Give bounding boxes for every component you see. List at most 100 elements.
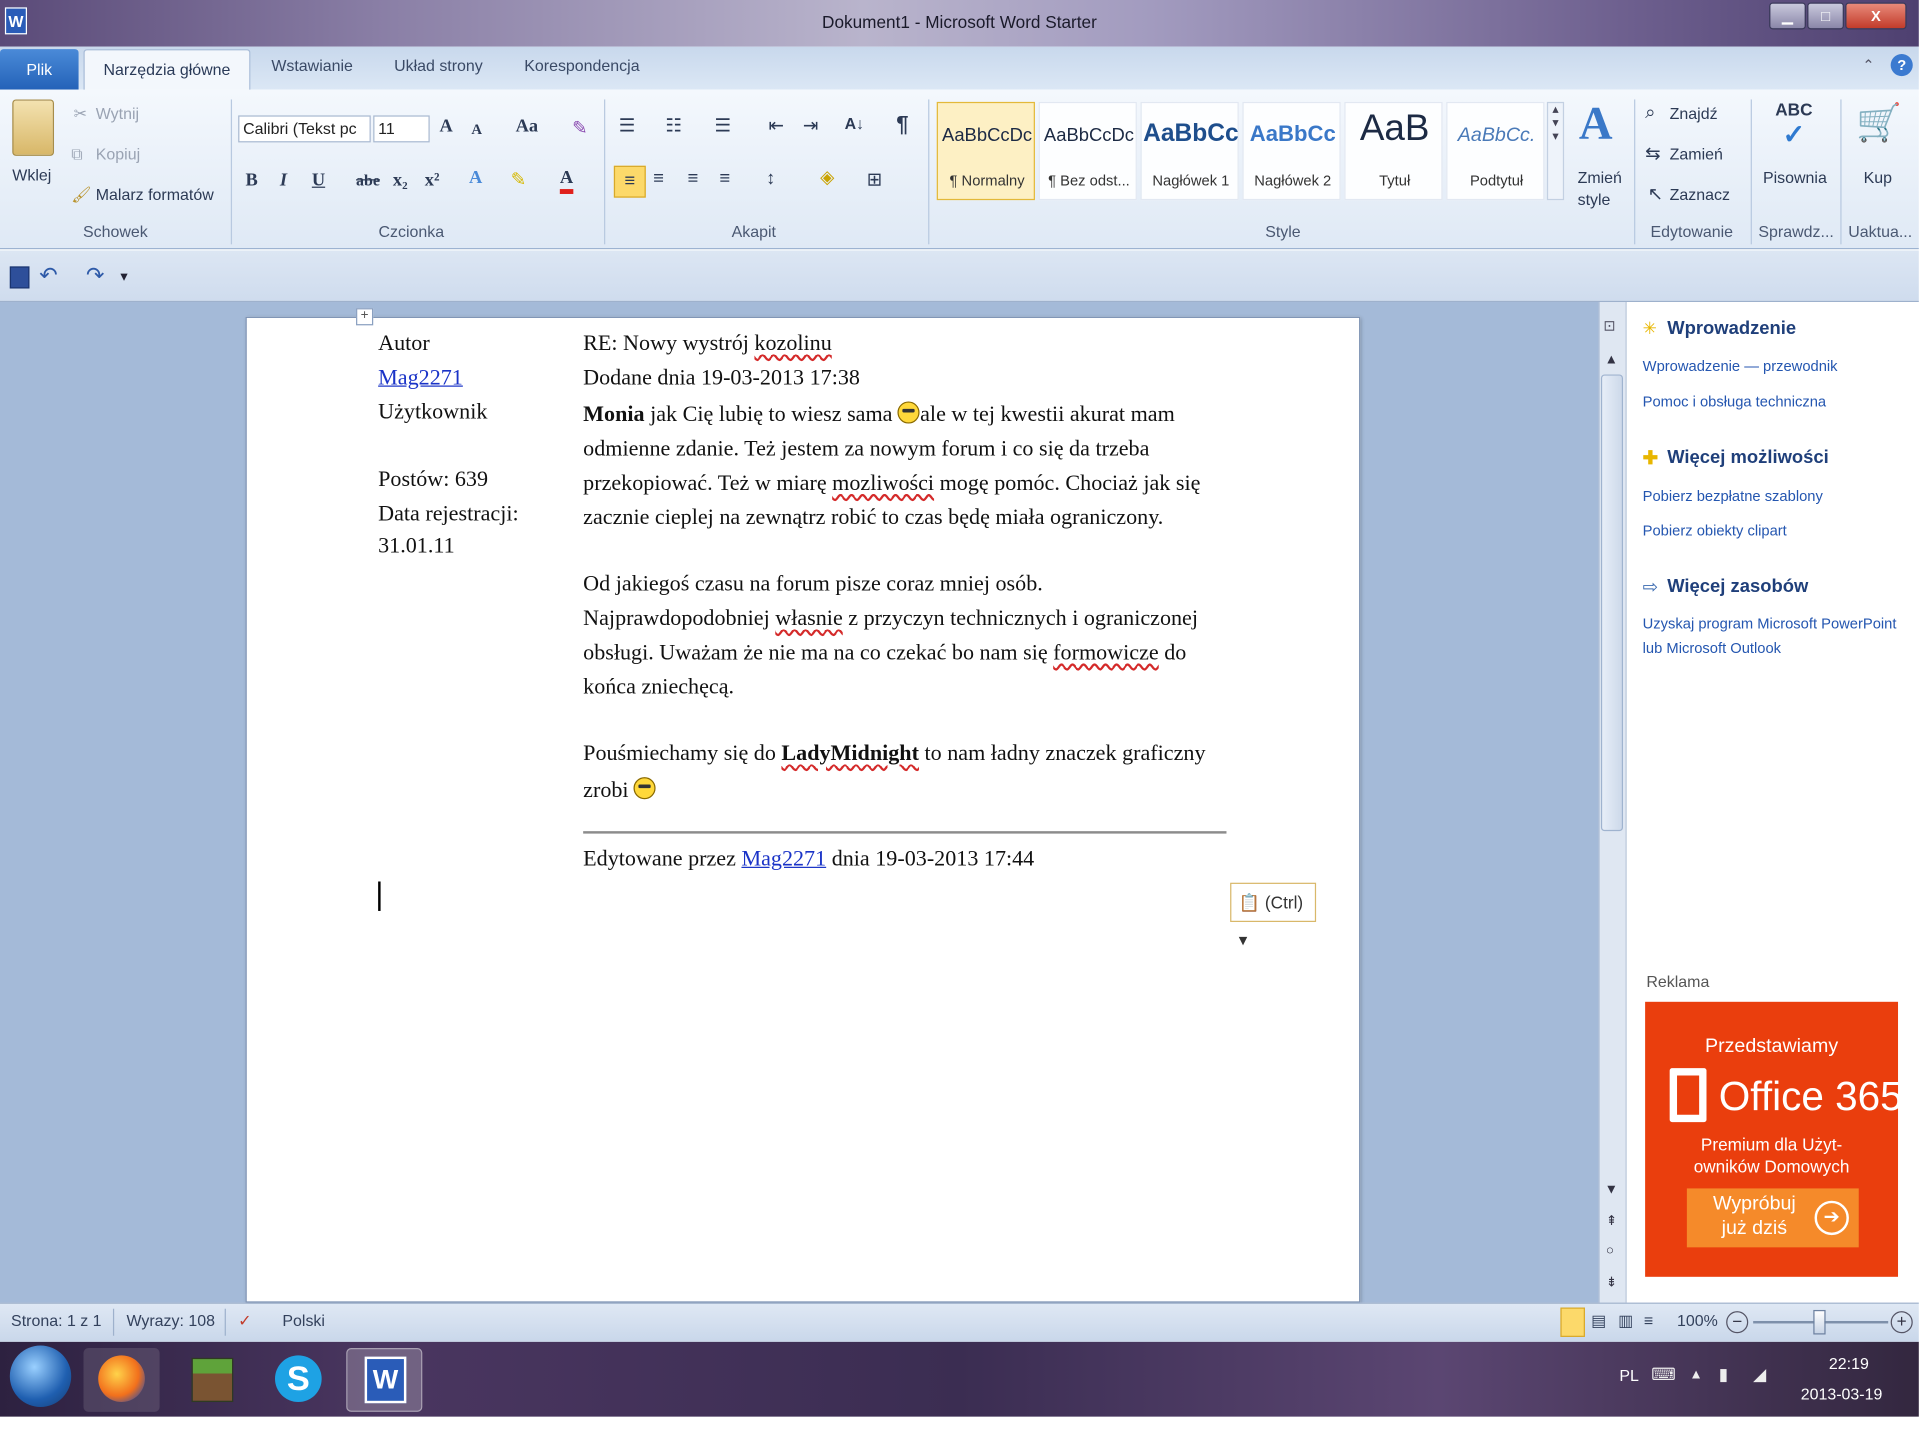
strikethrough-button[interactable]: abe xyxy=(356,171,380,191)
shading-icon[interactable]: ◈ xyxy=(820,166,834,188)
clock-date[interactable]: 2013-03-19 xyxy=(1792,1385,1890,1403)
align-left-icon[interactable]: ≡ xyxy=(613,165,646,198)
ruler-toggle-icon[interactable]: ⊡ xyxy=(1603,317,1615,334)
sort-button[interactable]: A↓ xyxy=(845,114,865,132)
network-signal-icon[interactable]: ◢ xyxy=(1753,1364,1766,1385)
replace-icon[interactable]: ⇆ xyxy=(1645,142,1660,165)
language-label[interactable]: Polski xyxy=(282,1311,325,1329)
minimize-button[interactable]: ▁ xyxy=(1769,2,1806,30)
format-painter-button[interactable]: Malarz formatów xyxy=(96,185,214,203)
pane-link[interactable]: Pobierz obiekty clipart xyxy=(1643,522,1787,539)
clear-formatting-icon[interactable]: ✎ xyxy=(572,117,587,139)
style-subtitle[interactable]: AaBbCc. Podtytuł xyxy=(1446,101,1545,201)
print-layout-view-icon[interactable] xyxy=(1560,1307,1585,1337)
copy-button[interactable]: Kopiuj xyxy=(96,145,140,163)
scroll-up-icon[interactable]: ▲ xyxy=(1605,352,1618,367)
author-link[interactable]: Mag2271 xyxy=(378,365,463,391)
scroll-down-icon[interactable]: ▼ xyxy=(1605,1182,1618,1197)
decrease-indent-icon[interactable]: ⇤ xyxy=(769,114,784,136)
tab-mailings[interactable]: Korespondencja xyxy=(524,56,639,74)
word-count[interactable]: Wyrazy: 108 xyxy=(126,1311,215,1329)
bold-button[interactable]: B xyxy=(246,171,258,192)
underline-button[interactable]: U xyxy=(312,171,325,192)
scroll-thumb[interactable] xyxy=(1600,374,1624,832)
find-button[interactable]: Znajdź xyxy=(1670,104,1718,122)
line-spacing-icon[interactable]: ↕ xyxy=(766,168,775,189)
zoom-slider-thumb[interactable] xyxy=(1813,1309,1826,1335)
start-button-icon[interactable] xyxy=(9,1345,72,1407)
tab-page-layout[interactable]: Układ strony xyxy=(394,56,483,74)
pane-link[interactable]: Uzyskaj program Microsoft PowerPoint xyxy=(1643,615,1897,632)
select-button[interactable]: Zaznacz xyxy=(1670,185,1730,203)
clock-time[interactable]: 22:19 xyxy=(1800,1354,1898,1372)
align-right-icon[interactable]: ≡ xyxy=(688,168,699,189)
close-button[interactable]: X xyxy=(1845,2,1907,30)
pane-link[interactable]: lub Microsoft Outlook xyxy=(1643,640,1781,657)
paste-options-button[interactable]: 📋 (Ctrl) ▾ xyxy=(1230,882,1317,949)
bullets-icon[interactable]: ☰ xyxy=(619,114,636,136)
shrink-font-button[interactable]: A xyxy=(471,120,482,138)
proofing-status-icon[interactable]: ✓ xyxy=(238,1311,251,1331)
buy-button[interactable]: Kup xyxy=(1864,168,1892,186)
next-page-icon[interactable]: ⇟ xyxy=(1606,1274,1617,1291)
select-icon[interactable]: ↖ xyxy=(1648,183,1663,205)
multilevel-list-icon[interactable]: ☰ xyxy=(715,114,732,136)
pane-link[interactable]: Pomoc i obsługa techniczna xyxy=(1643,393,1826,410)
zoom-in-icon[interactable]: + xyxy=(1890,1311,1913,1334)
taskbar-minecraft[interactable] xyxy=(172,1348,248,1412)
style-normal[interactable]: AaBbCcDc ¶ Normalny xyxy=(936,101,1035,201)
paste-icon[interactable] xyxy=(12,99,55,156)
zoom-out-icon[interactable]: − xyxy=(1726,1311,1749,1334)
grow-font-button[interactable]: A xyxy=(440,117,453,138)
font-family-select[interactable]: Calibri (Tekst pc xyxy=(238,115,371,143)
tray-expand-icon[interactable]: ▲ xyxy=(1689,1368,1702,1383)
font-color-button[interactable]: A xyxy=(559,168,574,194)
draft-view-icon[interactable]: ≡ xyxy=(1644,1311,1653,1329)
tab-insert[interactable]: Wstawianie xyxy=(271,56,353,74)
copy-icon[interactable]: ⧉ xyxy=(71,145,82,165)
previous-page-icon[interactable]: ⇞ xyxy=(1606,1213,1617,1229)
change-case-button[interactable]: Aa xyxy=(516,117,539,138)
document-page[interactable] xyxy=(245,316,1361,1303)
language-indicator[interactable]: PL xyxy=(1619,1366,1639,1384)
align-center-icon[interactable]: ≡ xyxy=(653,168,664,189)
borders-icon[interactable]: ⊞ xyxy=(867,168,882,190)
office-365-ad[interactable]: Przedstawiamy Office 365 Premium dla Uży… xyxy=(1645,1001,1903,1277)
redo-icon[interactable]: ↷ xyxy=(86,263,105,289)
table-move-handle-icon[interactable]: + xyxy=(356,308,374,326)
full-screen-view-icon[interactable]: ▤ xyxy=(1591,1311,1606,1331)
edited-user-link[interactable]: Mag2271 xyxy=(741,846,826,871)
customize-qat-icon[interactable]: ▾ xyxy=(120,268,127,285)
styles-scroll[interactable]: ▴ ▾ ▾ xyxy=(1546,101,1565,201)
zoom-level[interactable]: 100% xyxy=(1677,1311,1718,1329)
italic-button[interactable]: I xyxy=(280,171,287,192)
browse-object-icon[interactable]: ○ xyxy=(1606,1244,1614,1259)
tab-file[interactable]: Plik xyxy=(0,49,79,90)
save-icon[interactable] xyxy=(9,266,30,289)
numbering-icon[interactable]: ☷ xyxy=(665,114,682,136)
pane-link[interactable]: Pobierz bezpłatne szablony xyxy=(1643,487,1823,504)
justify-icon[interactable]: ≡ xyxy=(719,168,730,189)
style-title[interactable]: AaB Tytuł xyxy=(1344,101,1443,201)
taskbar-firefox[interactable] xyxy=(83,1348,160,1412)
shopping-cart-icon[interactable]: 🛒 xyxy=(1856,102,1902,145)
font-size-select[interactable]: 11 xyxy=(373,115,430,143)
find-icon[interactable]: ⌕ xyxy=(1645,102,1655,123)
spelling-icon[interactable]: ABC xyxy=(1775,99,1812,119)
style-no-spacing[interactable]: AaBbCcDc ¶ Bez odst... xyxy=(1038,101,1137,201)
page-count[interactable]: Strona: 1 z 1 xyxy=(11,1311,102,1329)
style-heading-1[interactable]: AaBbCc Nagłówek 1 xyxy=(1140,101,1239,201)
keyboard-icon[interactable]: ⌨ xyxy=(1651,1364,1676,1385)
text-effects-button[interactable]: A xyxy=(469,168,482,189)
pane-link[interactable]: Wprowadzenie — przewodnik xyxy=(1643,357,1838,374)
format-painter-icon[interactable]: 🖌 xyxy=(71,185,91,205)
increase-indent-icon[interactable]: ⇥ xyxy=(803,114,818,136)
change-styles-icon[interactable]: A xyxy=(1579,97,1613,151)
taskbar-word[interactable]: W xyxy=(346,1348,423,1412)
help-icon[interactable]: ? xyxy=(1890,54,1913,77)
battery-icon[interactable]: ▮ xyxy=(1719,1364,1728,1385)
ad-cta-button[interactable]: Wypróbuj już dziś ➔ xyxy=(1686,1188,1859,1248)
cut-button[interactable]: Wytnij xyxy=(96,104,139,122)
subscript-button[interactable]: x₂ xyxy=(393,171,408,192)
highlight-icon[interactable]: ✎ xyxy=(511,168,526,190)
